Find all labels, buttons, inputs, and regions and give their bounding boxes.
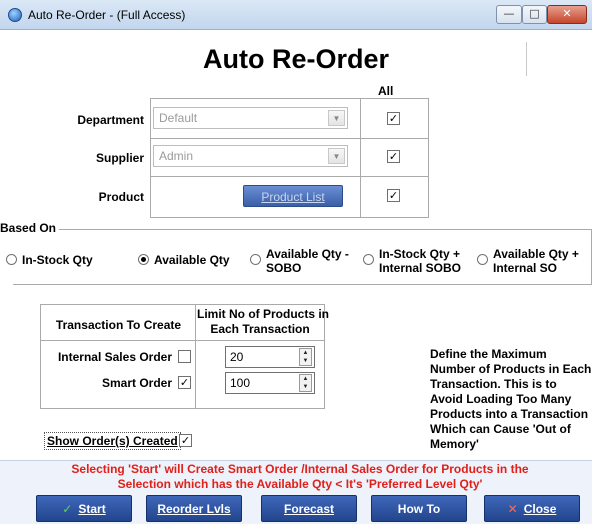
- supplier-value: Admin: [159, 149, 194, 163]
- radio-label: In-Stock Qty: [22, 253, 93, 267]
- memory-note: Define the Maximum Number of Products in…: [430, 347, 592, 451]
- spinner-arrows-icon[interactable]: ▲ ▼: [299, 348, 312, 366]
- department-label: Department: [77, 113, 144, 127]
- product-label: Product: [98, 190, 144, 204]
- department-select[interactable]: Default ▼: [153, 107, 348, 129]
- based-on-title: Based On: [0, 221, 60, 235]
- x-icon: ✕: [507, 502, 518, 516]
- window-title: Auto Re-Order - (Full Access): [28, 8, 186, 22]
- maximize-button[interactable]: □: [522, 5, 547, 24]
- limit-value: 100: [230, 376, 251, 390]
- check-icon: ✓: [62, 502, 73, 516]
- department-all-checkbox[interactable]: ✓: [387, 112, 400, 125]
- app-icon: [8, 8, 22, 22]
- grid-divider: [360, 98, 361, 218]
- forecast-label: Forecast: [283, 502, 335, 516]
- how-to-label: How To: [397, 502, 441, 516]
- show-orders-label[interactable]: Show Order(s) Created: [44, 432, 181, 450]
- page-title: Auto Re-Order: [202, 44, 389, 74]
- limit-header: Limit No of Products in Each Transaction: [197, 307, 329, 336]
- product-list-button[interactable]: Product List: [243, 185, 343, 207]
- internal-sales-order-checkbox[interactable]: [178, 350, 191, 363]
- reorder-levels-button[interactable]: Reorder Lvls: [146, 495, 242, 522]
- close-window-button[interactable]: ✕: [547, 5, 587, 24]
- supplier-label: Supplier: [95, 151, 144, 165]
- close-label: Close: [523, 502, 557, 516]
- close-button[interactable]: ✕ Close: [484, 495, 580, 522]
- title-bar: Auto Re-Order - (Full Access) — □ ✕: [0, 0, 592, 30]
- smart-order-checkbox[interactable]: ✓: [178, 376, 191, 389]
- internal-sales-order-limit[interactable]: 20 ▲ ▼: [225, 346, 315, 368]
- show-orders-checkbox[interactable]: ✓: [179, 434, 192, 447]
- limit-value: 20: [230, 350, 244, 364]
- close-icon: ✕: [562, 7, 572, 20]
- radio-in-stock-qty[interactable]: [6, 254, 17, 265]
- forecast-button[interactable]: Forecast: [261, 495, 357, 522]
- radio-label: Available Qty + Internal SO: [493, 247, 579, 275]
- spinner-arrows-icon[interactable]: ▲ ▼: [299, 374, 312, 392]
- radio-available-qty-sobo[interactable]: [250, 254, 261, 265]
- department-value: Default: [159, 111, 198, 125]
- title-divider: [526, 42, 527, 76]
- reorder-levels-label: Reorder Lvls: [157, 502, 231, 516]
- chevron-down-icon[interactable]: ▼: [328, 148, 345, 164]
- product-all-checkbox[interactable]: ✓: [387, 189, 400, 202]
- chevron-down-icon[interactable]: ▼: [328, 110, 345, 126]
- internal-sales-order-label: Internal Sales Order: [57, 350, 172, 364]
- maximize-icon: □: [529, 7, 540, 20]
- start-button[interactable]: ✓ Start: [36, 495, 132, 522]
- minimize-icon: —: [503, 7, 515, 20]
- radio-in-stock-internal-sobo[interactable]: [363, 254, 374, 265]
- radio-label: In-Stock Qty + Internal SOBO: [379, 247, 462, 275]
- smart-order-limit[interactable]: 100 ▲ ▼: [225, 372, 315, 394]
- radio-available-internal-so[interactable]: [477, 254, 488, 265]
- start-label: Start: [78, 502, 106, 516]
- radio-label: Available Qty - SOBO: [266, 247, 349, 275]
- all-column-header: All: [378, 84, 394, 98]
- transaction-header: Transaction To Create: [55, 318, 182, 332]
- radio-available-qty[interactable]: [138, 254, 149, 265]
- grid-divider: [150, 176, 429, 177]
- warning-text: Selecting 'Start' will Create Smart Orde…: [71, 462, 529, 491]
- how-to-button[interactable]: How To: [371, 495, 467, 522]
- smart-order-label: Smart Order: [101, 376, 172, 390]
- radio-label: Available Qty: [154, 253, 230, 267]
- grid-divider: [195, 304, 196, 409]
- minimize-button[interactable]: —: [496, 5, 522, 24]
- supplier-all-checkbox[interactable]: ✓: [387, 150, 400, 163]
- grid-divider: [40, 340, 325, 341]
- grid-divider: [150, 138, 429, 139]
- supplier-select[interactable]: Admin ▼: [153, 145, 348, 167]
